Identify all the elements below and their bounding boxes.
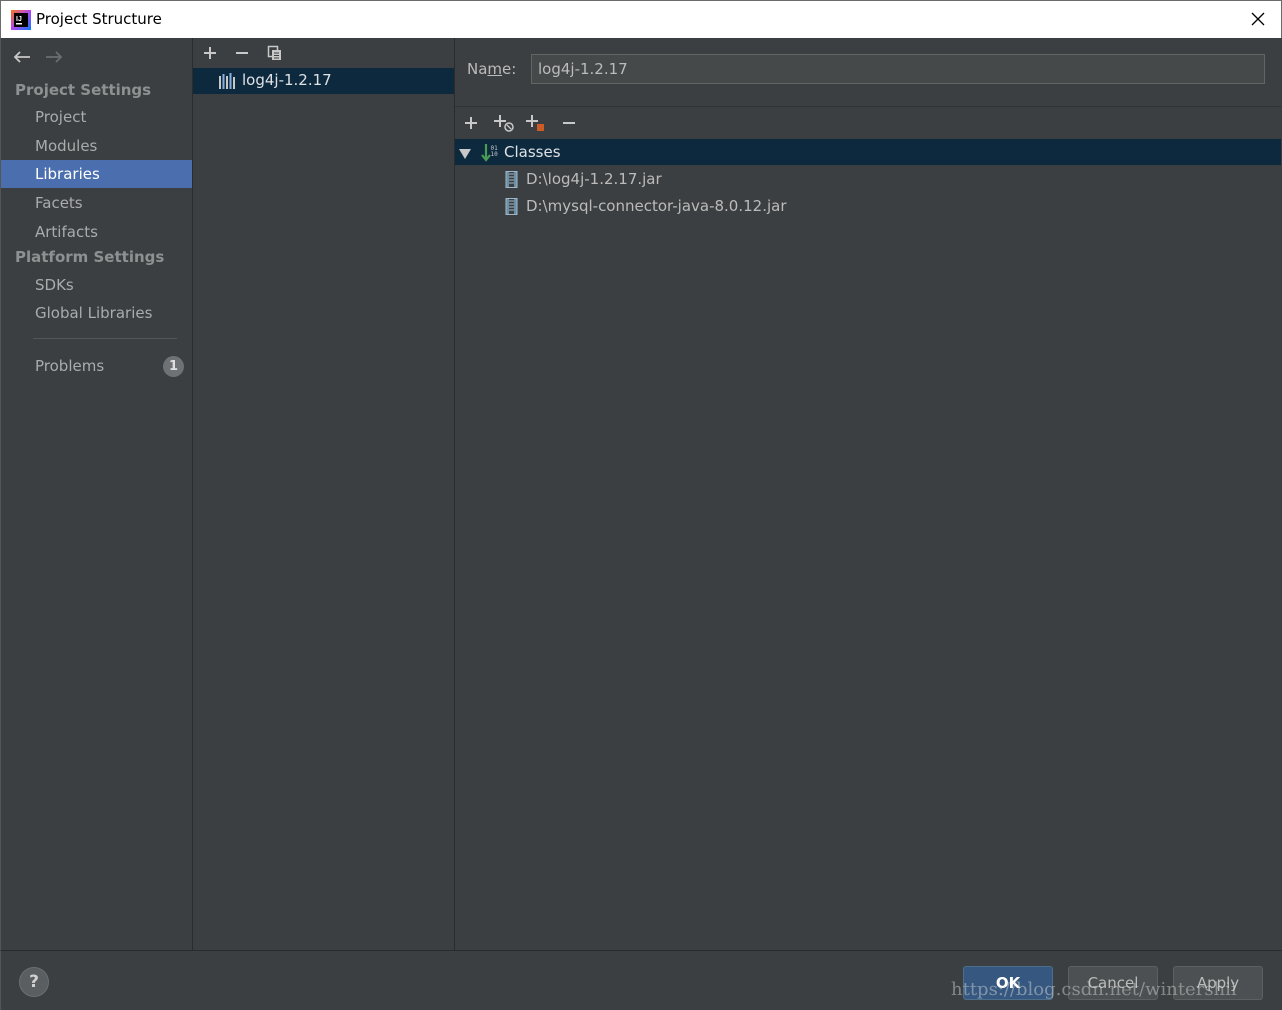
settings-sidebar: Project Settings Project Modules Librari… — [0, 38, 192, 950]
name-label-mnemonic: m — [487, 60, 503, 78]
jar-path-label: D:\log4j-1.2.17.jar — [526, 170, 662, 188]
sidebar-item-libraries[interactable]: Libraries — [1, 160, 192, 188]
arrow-left-icon[interactable] — [11, 46, 33, 68]
cancel-button[interactable]: Cancel — [1068, 966, 1158, 1000]
library-detail-panel: Name: 01 10 Classes — [455, 38, 1281, 950]
classes-icon: 01 10 — [481, 143, 501, 163]
add-icon[interactable] — [199, 42, 221, 64]
close-icon[interactable] — [1245, 6, 1271, 32]
arrow-right-icon[interactable] — [43, 46, 65, 68]
ok-button[interactable]: OK — [963, 966, 1053, 1000]
help-button[interactable]: ? — [19, 967, 49, 997]
sidebar-item-global-libraries[interactable]: Global Libraries — [1, 299, 192, 327]
detail-separator — [455, 106, 1281, 107]
library-item-log4j[interactable]: log4j-1.2.17 — [193, 68, 454, 94]
library-icon — [219, 73, 237, 89]
title-bar: IJ Project Structure — [0, 0, 1282, 38]
jar-icon — [505, 198, 519, 215]
sidebar-item-facets[interactable]: Facets — [1, 189, 192, 217]
sidebar-item-artifacts[interactable]: Artifacts — [1, 218, 192, 246]
add-icon[interactable] — [460, 112, 482, 134]
tree-node-classes[interactable]: 01 10 Classes — [455, 139, 1281, 165]
problems-label: Problems — [35, 357, 105, 375]
sidebar-item-project[interactable]: Project — [1, 103, 192, 131]
sidebar-item-problems[interactable]: Problems 1 — [1, 352, 192, 380]
apply-button[interactable]: Apply — [1173, 966, 1263, 1000]
add-jar-icon[interactable] — [525, 112, 547, 134]
tree-node-jar[interactable]: D:\log4j-1.2.17.jar — [455, 166, 1281, 192]
intellij-idea-icon: IJ — [11, 10, 31, 30]
window-title: Project Structure — [36, 10, 162, 28]
libraries-panel: log4j-1.2.17 — [193, 38, 454, 950]
dialog-footer: ? OK Cancel Apply https://blog.csdn.net/… — [0, 950, 1282, 1010]
sidebar-item-modules[interactable]: Modules — [1, 132, 192, 160]
svg-text:IJ: IJ — [16, 16, 22, 23]
copy-icon[interactable] — [264, 42, 286, 64]
tree-node-jar[interactable]: D:\mysql-connector-java-8.0.12.jar — [455, 193, 1281, 219]
platform-settings-heading: Platform Settings — [15, 248, 165, 266]
library-name-input[interactable] — [531, 54, 1265, 84]
remove-icon[interactable] — [231, 42, 253, 64]
sidebar-item-sdks[interactable]: SDKs — [1, 271, 192, 299]
add-with-settings-icon[interactable] — [493, 112, 515, 134]
svg-text:10: 10 — [491, 151, 499, 158]
name-label-part: e: — [502, 60, 517, 78]
remove-icon[interactable] — [558, 112, 580, 134]
expand-toggle-icon[interactable] — [459, 146, 471, 159]
classes-label: Classes — [504, 143, 561, 161]
library-label: log4j-1.2.17 — [242, 71, 332, 89]
jar-path-label: D:\mysql-connector-java-8.0.12.jar — [526, 197, 787, 215]
name-label-part: Na — [467, 60, 488, 78]
sidebar-separator — [33, 338, 177, 339]
project-settings-heading: Project Settings — [15, 81, 152, 99]
name-field-label: Name: — [467, 60, 516, 78]
problems-count-badge: 1 — [163, 356, 184, 377]
jar-icon — [505, 171, 519, 188]
